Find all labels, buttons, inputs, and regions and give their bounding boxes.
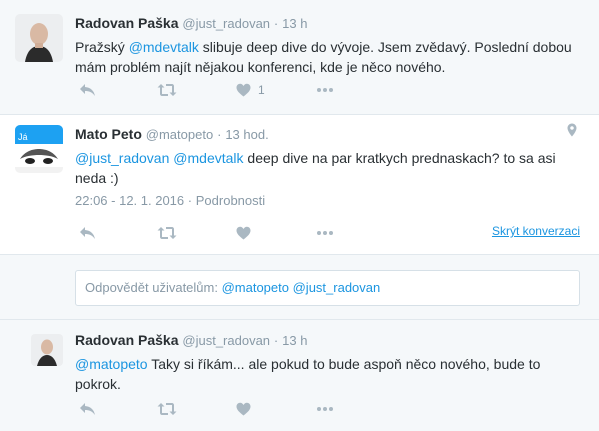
- more-button[interactable]: [316, 399, 334, 419]
- username[interactable]: @just_radovan: [182, 16, 270, 31]
- text-segment: Pražský: [75, 39, 129, 55]
- timestamp-link[interactable]: 13 h: [282, 16, 307, 31]
- retweet-icon: [157, 403, 177, 415]
- hide-conversation-link[interactable]: Skrýt konverzaci: [492, 224, 580, 238]
- heart-icon: [236, 226, 251, 240]
- more-icon: [317, 88, 333, 92]
- tweet-3[interactable]: Radovan Paška @just_radovan · 13 h @mato…: [0, 321, 599, 431]
- separator-dot: ·: [217, 127, 222, 142]
- more-button[interactable]: [316, 80, 334, 100]
- reply-input[interactable]: Odpovědět uživatelům: @matopeto @just_ra…: [75, 270, 580, 306]
- heart-icon: [236, 83, 251, 97]
- tweet-1[interactable]: Radovan Paška @just_radovan · 13 h Pražs…: [0, 0, 599, 113]
- retweet-icon: [157, 227, 177, 239]
- avatar[interactable]: [31, 334, 63, 366]
- reply-mention: @matopeto: [221, 280, 289, 295]
- tweet-header: Radovan Paška @just_radovan · 13 h: [75, 15, 307, 31]
- reply-icon: [80, 84, 95, 96]
- location-button[interactable]: [567, 123, 577, 140]
- reply-button[interactable]: [79, 399, 96, 419]
- avatar-label: Já: [18, 132, 28, 142]
- tweet-header: Mato Peto @matopeto · 13 hod.: [75, 126, 269, 142]
- heart-icon: [236, 402, 251, 416]
- full-timestamp[interactable]: 22:06 - 12. 1. 2016: [75, 193, 184, 208]
- username[interactable]: @matopeto: [146, 127, 213, 142]
- retweet-button[interactable]: [157, 80, 177, 100]
- tweet-meta: 22:06 - 12. 1. 2016 · Podrobnosti: [75, 193, 265, 208]
- reply-icon: [80, 227, 95, 239]
- tweet-text: @just_radovan @mdevtalk deep dive na par…: [75, 148, 580, 188]
- separator-dot: ·: [273, 16, 279, 31]
- like-button[interactable]: 1: [236, 80, 265, 100]
- avatar-photo-mato: Já: [15, 125, 63, 173]
- mention-link[interactable]: @mdevtalk: [173, 150, 243, 166]
- reply-button[interactable]: [79, 80, 96, 100]
- tweet-2-expanded[interactable]: Já Mato Peto @matopeto · 13 hod. @just_r…: [0, 114, 599, 255]
- avatar[interactable]: [15, 14, 63, 62]
- mention-link[interactable]: @matopeto: [75, 356, 148, 372]
- more-icon: [317, 407, 333, 411]
- avatar-photo-radovan: [15, 14, 63, 62]
- reply-button[interactable]: [79, 223, 96, 243]
- more-button[interactable]: [316, 223, 334, 243]
- reply-area: Odpovědět uživatelům: @matopeto @just_ra…: [0, 256, 599, 320]
- timestamp-link[interactable]: 13 hod.: [225, 127, 268, 142]
- location-pin-icon: [567, 123, 577, 137]
- mention-link[interactable]: @mdevtalk: [129, 39, 199, 55]
- mention-link[interactable]: @just_radovan: [75, 150, 169, 166]
- tweet-header: Radovan Paška @just_radovan · 13 h: [75, 332, 307, 348]
- more-icon: [317, 231, 333, 235]
- tweet-text: @matopeto Taky si říkám... ale pokud to …: [75, 354, 580, 394]
- avatar-photo-radovan: [31, 334, 63, 366]
- display-name[interactable]: Radovan Paška: [75, 15, 179, 31]
- avatar[interactable]: Já: [15, 125, 63, 173]
- username[interactable]: @just_radovan: [182, 333, 270, 348]
- retweet-button[interactable]: [157, 399, 177, 419]
- like-button[interactable]: [236, 223, 251, 243]
- reply-prefix: Odpovědět uživatelům:: [85, 280, 222, 295]
- display-name[interactable]: Radovan Paška: [75, 332, 179, 348]
- reply-mention: @just_radovan: [292, 280, 381, 295]
- separator-dot: ·: [273, 333, 279, 348]
- like-button[interactable]: [236, 399, 251, 419]
- retweet-icon: [157, 84, 177, 96]
- separator-dot: ·: [187, 193, 193, 208]
- reply-icon: [80, 403, 95, 415]
- details-link[interactable]: Podrobnosti: [196, 193, 265, 208]
- timestamp-link[interactable]: 13 h: [282, 333, 307, 348]
- tweet-text: Pražský @mdevtalk slibuje deep dive do v…: [75, 37, 580, 77]
- display-name[interactable]: Mato Peto: [75, 126, 142, 142]
- retweet-button[interactable]: [157, 223, 177, 243]
- like-count: 1: [258, 83, 265, 97]
